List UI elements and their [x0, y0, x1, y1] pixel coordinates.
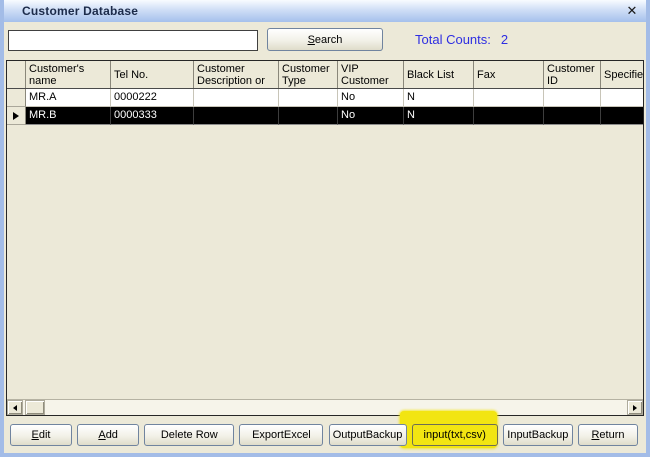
search-button[interactable]: Search [267, 28, 383, 51]
header-cell-label: Customer Description or [197, 63, 276, 87]
total-counts-value: 2 [501, 32, 508, 47]
horizontal-scrollbar[interactable] [7, 399, 643, 415]
window-title: Customer Database [22, 4, 138, 18]
total-counts: Total Counts: 2 [415, 32, 508, 47]
table-row[interactable]: MR.B0000333 NoN [7, 107, 643, 125]
row-selector[interactable] [7, 89, 26, 107]
header-cell-label: Customer's name [29, 63, 108, 87]
header-cell-label: VIP Customer [341, 63, 401, 87]
grid-cell[interactable]: MR.B [26, 107, 111, 125]
input-txt-csv-button[interactable]: input(txt,csv) [412, 424, 498, 446]
header-cell[interactable]: Customer ID [544, 61, 601, 88]
customer-database-window: Customer Database ✕ Search Total Counts:… [0, 0, 650, 457]
delete-row-button[interactable]: Delete Row [144, 424, 234, 446]
total-counts-label: Total Counts: [415, 32, 491, 47]
header-cell-label: Tel No. [114, 69, 148, 81]
grid-cell[interactable] [601, 89, 643, 107]
header-cell[interactable]: VIP Customer [338, 61, 404, 88]
header-cell[interactable]: Customer Type [279, 61, 338, 88]
header-cell[interactable]: Customer's name [26, 61, 111, 88]
button-bar: EditAddDelete RowExportExcel OutputBackup… [6, 424, 642, 446]
grid-cell[interactable] [194, 107, 279, 125]
return-button[interactable]: Return [578, 424, 638, 446]
scroll-left-button[interactable] [7, 400, 23, 415]
grid-header: Customer's name Tel No. Customer Descripti… [7, 61, 643, 89]
scrollbar-thumb[interactable] [25, 400, 45, 415]
header-cell-label: Customer Type [282, 63, 335, 87]
input-backup-button[interactable]: InputBackup [503, 424, 573, 446]
header-cell[interactable]: Tel No. [111, 61, 194, 88]
grid-cell[interactable]: 0000222 [111, 89, 194, 107]
title-bar[interactable]: Customer Database ✕ [0, 0, 650, 22]
grid-cell[interactable]: No [338, 89, 404, 107]
grid-rows: MR.A0000222 NoN MR.B0000333 NoN [7, 89, 643, 125]
header-cell[interactable]: Customer Description or [194, 61, 279, 88]
grid-empty-area [7, 125, 643, 399]
grid-cell[interactable]: 0000333 [111, 107, 194, 125]
grid-cell[interactable]: No [338, 107, 404, 125]
header-cell-label: Black List [407, 69, 454, 81]
header-selector-cell[interactable] [7, 61, 26, 88]
grid-cell[interactable] [601, 107, 643, 125]
grid-cell[interactable]: N [404, 89, 474, 107]
customer-data-grid: Customer's name Tel No. Customer Descripti… [6, 60, 644, 416]
grid-cell[interactable]: MR.A [26, 89, 111, 107]
header-cell-label: Customer ID [547, 63, 598, 87]
table-row[interactable]: MR.A0000222 NoN [7, 89, 643, 107]
grid-cell[interactable] [279, 89, 338, 107]
current-row-arrow-icon [13, 112, 19, 120]
grid-cell[interactable] [194, 89, 279, 107]
header-cell[interactable]: Black List [404, 61, 474, 88]
grid-cell[interactable]: N [404, 107, 474, 125]
add-button[interactable]: Add [77, 424, 139, 446]
window-content: Search Total Counts: 2 Customer's name Tel… [4, 22, 646, 453]
export-excel-button[interactable]: ExportExcel [239, 424, 323, 446]
arrow-right-icon [633, 405, 637, 411]
header-cell-label: Fax [477, 69, 495, 81]
close-icon[interactable]: ✕ [624, 3, 640, 19]
scroll-right-button[interactable] [627, 400, 643, 415]
grid-cell[interactable] [279, 107, 338, 125]
grid-cell[interactable] [544, 107, 601, 125]
row-selector[interactable] [7, 107, 26, 125]
header-cell[interactable]: Specified Seat ID [601, 61, 643, 88]
grid-cell[interactable] [544, 89, 601, 107]
header-cell-label: Specified Seat ID [604, 69, 643, 81]
grid-cell[interactable] [474, 89, 544, 107]
header-cell[interactable]: Fax [474, 61, 544, 88]
grid-cell[interactable] [474, 107, 544, 125]
arrow-left-icon [13, 405, 17, 411]
search-input[interactable] [8, 30, 258, 51]
output-backup-button[interactable]: OutputBackup [329, 424, 407, 446]
edit-button[interactable]: Edit [10, 424, 72, 446]
